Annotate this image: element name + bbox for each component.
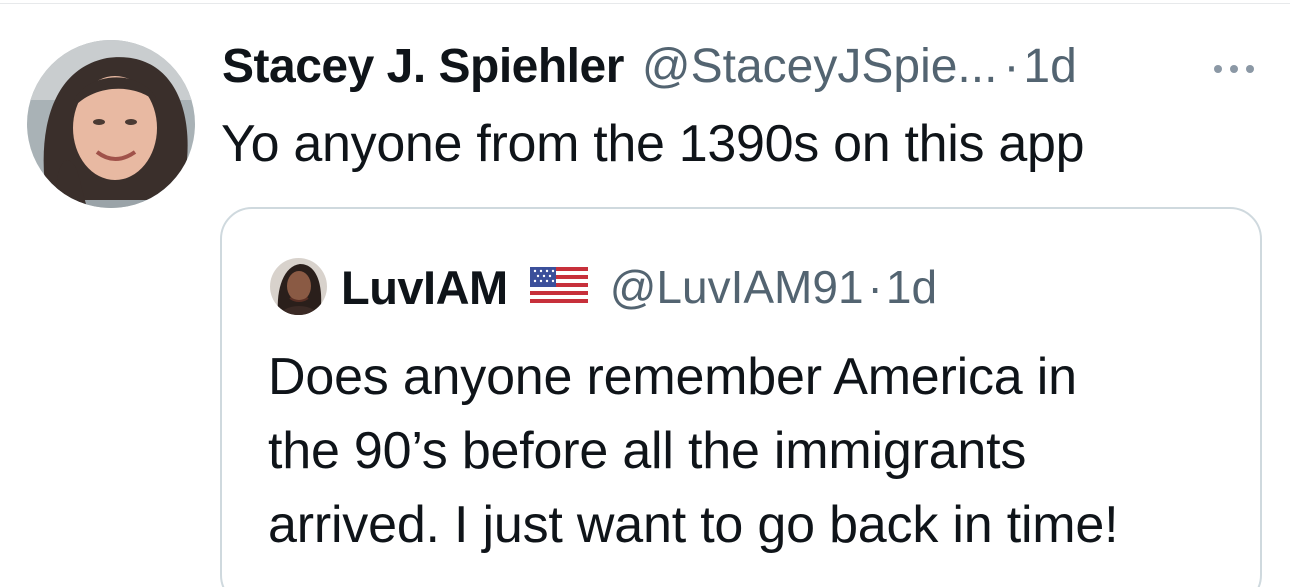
more-options-icon[interactable] xyxy=(1212,62,1256,74)
quoted-tweet-text: Does anyone remember America in the 90’s… xyxy=(268,340,1248,562)
author-handle[interactable]: @StaceyJSpie... xyxy=(642,39,998,94)
quoted-text-line: Does anyone remember America in xyxy=(268,348,1077,406)
quoted-tweet-header: LuvIAM @LuvIAM91 · 1d xyxy=(341,258,937,316)
quoted-author-avatar[interactable] xyxy=(270,258,327,315)
author-name[interactable]: Stacey J. Spiehler xyxy=(222,39,624,94)
quoted-author-handle[interactable]: @LuvIAM91 xyxy=(610,260,864,314)
author-avatar[interactable] xyxy=(27,40,195,208)
user-avatar-photo-icon xyxy=(27,40,195,208)
header-separator: · xyxy=(1003,39,1020,93)
quoted-tweet-timestamp[interactable]: 1d xyxy=(886,260,937,314)
quoted-text-line: the 90’s before all the immigrants xyxy=(268,422,1027,480)
quoted-text-line: arrived. I just want to go back in time! xyxy=(268,496,1119,554)
quoted-user-avatar-icon xyxy=(270,258,327,315)
quoted-header-separator: · xyxy=(867,261,883,313)
tweet-header: Stacey J. Spiehler @StaceyJSpie... · 1d xyxy=(222,36,1077,96)
tweet-text: Yo anyone from the 1390s on this app xyxy=(221,115,1085,173)
tweet-timestamp[interactable]: 1d xyxy=(1023,39,1076,94)
us-flag-icon xyxy=(529,267,588,307)
top-divider xyxy=(0,3,1290,4)
quoted-author-name[interactable]: LuvIAM xyxy=(341,260,508,315)
